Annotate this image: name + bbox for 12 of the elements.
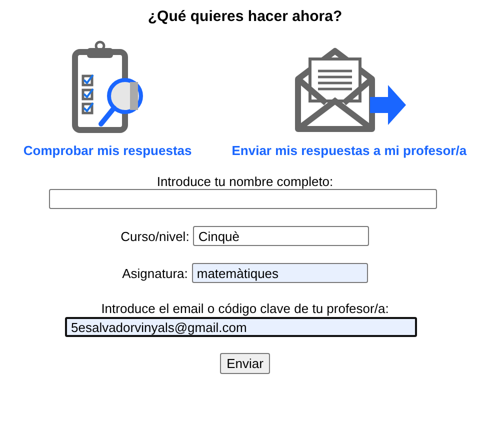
name-label: Introduce tu nombre completo: (156, 174, 334, 189)
page-heading: ¿Qué quieres hacer ahora? (148, 8, 342, 27)
send-button[interactable]: Enviar (220, 353, 270, 374)
course-field[interactable]: Cinquè (193, 226, 370, 246)
course-label: Curso/nivel: (120, 228, 190, 244)
subject-label: Asignatura: (122, 266, 188, 280)
subject-field[interactable]: matemàtiques (192, 263, 368, 283)
email-field[interactable]: 5esalvadorvinyals@gmail.com (65, 317, 417, 337)
email-label: Introduce el email o código clave de tu profesor/a: (101, 301, 389, 316)
action-link[interactable]: Comprobar mis respuestas (23, 143, 192, 158)
name-field[interactable] (48, 189, 436, 209)
action-link[interactable]: Enviar mis respuestas a mi profesor/a (232, 143, 467, 158)
